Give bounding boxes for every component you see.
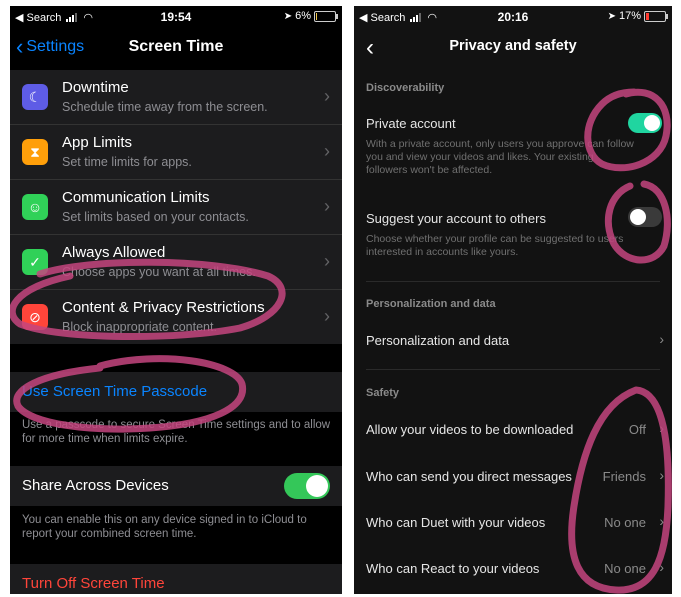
safety-item-react[interactable]: Who can React to your videos [366, 561, 539, 576]
prohibited-icon: ⊘ [22, 304, 48, 330]
battery-percent: 6% [295, 10, 311, 22]
safety-item-duet[interactable]: Who can Duet with your videos [366, 515, 545, 530]
share-across-devices-row: Share Across Devices [10, 466, 342, 506]
suggest-account-toggle[interactable] [628, 207, 662, 227]
chevron-right-icon: › [659, 513, 664, 529]
safety-item-direct-messages[interactable]: Who can send you direct messages [366, 469, 572, 484]
checkmark-icon: ✓ [22, 249, 48, 275]
chevron-right-icon: › [659, 420, 664, 436]
share-toggle[interactable] [284, 473, 330, 499]
chevron-right-icon: › [659, 331, 664, 347]
row-title: Content & Privacy Restrictions [62, 299, 265, 316]
private-account-description: With a private account, only users you a… [366, 138, 634, 176]
row-subtitle: Set limits based on your contacts. [62, 210, 249, 224]
row-downtime[interactable]: ☾ Downtime Schedule time away from the s… [10, 70, 342, 125]
row-title: Communication Limits [62, 189, 210, 206]
location-icon: ➤ [607, 10, 616, 22]
chevron-right-icon: › [324, 86, 330, 106]
moon-icon: ☾ [22, 84, 48, 110]
row-content-privacy[interactable]: ⊘ Content & Privacy Restrictions Block i… [10, 290, 342, 344]
row-subtitle: Block inappropriate content. [62, 320, 217, 334]
row-communication-limits[interactable]: ☺ Communication Limits Set limits based … [10, 180, 342, 235]
private-account-toggle[interactable] [628, 113, 662, 133]
passcode-label: Use Screen Time Passcode [22, 383, 208, 400]
status-bar: ◀ Search ◠ 19:54 ➤ 6% [10, 6, 342, 28]
screen-time-screenshot: ◀ Search ◠ 19:54 ➤ 6% ‹ Settings Screen … [10, 6, 342, 594]
section-header-discoverability: Discoverability [366, 82, 445, 94]
chevron-right-icon: › [659, 467, 664, 483]
chevron-right-icon: › [324, 196, 330, 216]
share-note: You can enable this on any device signed… [22, 514, 307, 540]
row-always-allowed[interactable]: ✓ Always Allowed Choose apps you want at… [10, 235, 342, 290]
row-title: App Limits [62, 134, 133, 151]
share-label: Share Across Devices [22, 477, 169, 494]
page-title: Screen Time [128, 38, 224, 55]
battery-percent: 17% [618, 10, 641, 22]
chevron-right-icon: › [324, 141, 330, 161]
row-subtitle: Choose apps you want at all times. [62, 265, 256, 279]
status-right: ➤ 6% [283, 10, 338, 22]
settings-group: ☾ Downtime Schedule time away from the s… [10, 70, 342, 344]
row-subtitle: Schedule time away from the screen. [62, 100, 268, 114]
safety-value: No one [604, 561, 646, 576]
chevron-right-icon: › [324, 251, 330, 271]
status-bar: ◀ Search ◠ 20:16 ➤ 17% [354, 6, 672, 28]
divider [366, 369, 660, 370]
privacy-safety-screenshot: ◀ Search ◠ 20:16 ➤ 17% ‹ Privacy and saf… [354, 6, 672, 594]
safety-value: No one [604, 515, 646, 530]
safety-value: Off [628, 422, 646, 437]
turn-off-screen-time-button[interactable]: Turn Off Screen Time [10, 564, 342, 594]
safety-item-downloads[interactable]: Allow your videos to be downloaded [366, 422, 573, 437]
page-title: Privacy and safety [449, 38, 577, 54]
safety-value: Friends [602, 469, 646, 484]
row-app-limits[interactable]: ⧗ App Limits Set time limits for apps. › [10, 125, 342, 180]
suggest-account-description: Choose whether your profile can be sugge… [366, 233, 624, 258]
section-header-safety: Safety [366, 387, 400, 399]
status-right: ➤ 17% [607, 10, 668, 22]
row-subtitle: Set time limits for apps. [62, 155, 192, 169]
divider [366, 281, 660, 282]
navigation-bar: ‹ Settings Screen Time [10, 28, 342, 68]
section-header-personalization: Personalization and data [366, 298, 496, 310]
person-icon: ☺ [22, 194, 48, 220]
battery-icon [644, 10, 668, 22]
passcode-note: Use a passcode to secure Screen Time set… [22, 419, 331, 445]
turn-off-label: Turn Off Screen Time [22, 575, 165, 592]
screen-time-passcode-button[interactable]: Use Screen Time Passcode [10, 372, 342, 412]
personalization-item[interactable]: Personalization and data [366, 333, 509, 348]
navigation-bar: ‹ Privacy and safety [354, 28, 672, 68]
row-title: Always Allowed [62, 244, 166, 261]
chevron-right-icon: › [659, 559, 664, 575]
hourglass-icon: ⧗ [22, 139, 48, 165]
location-icon: ➤ [283, 10, 293, 22]
private-account-label: Private account [366, 116, 456, 131]
suggest-account-label: Suggest your account to others [366, 211, 546, 226]
battery-icon [314, 10, 338, 22]
row-title: Downtime [62, 79, 129, 96]
chevron-right-icon: › [324, 306, 330, 326]
